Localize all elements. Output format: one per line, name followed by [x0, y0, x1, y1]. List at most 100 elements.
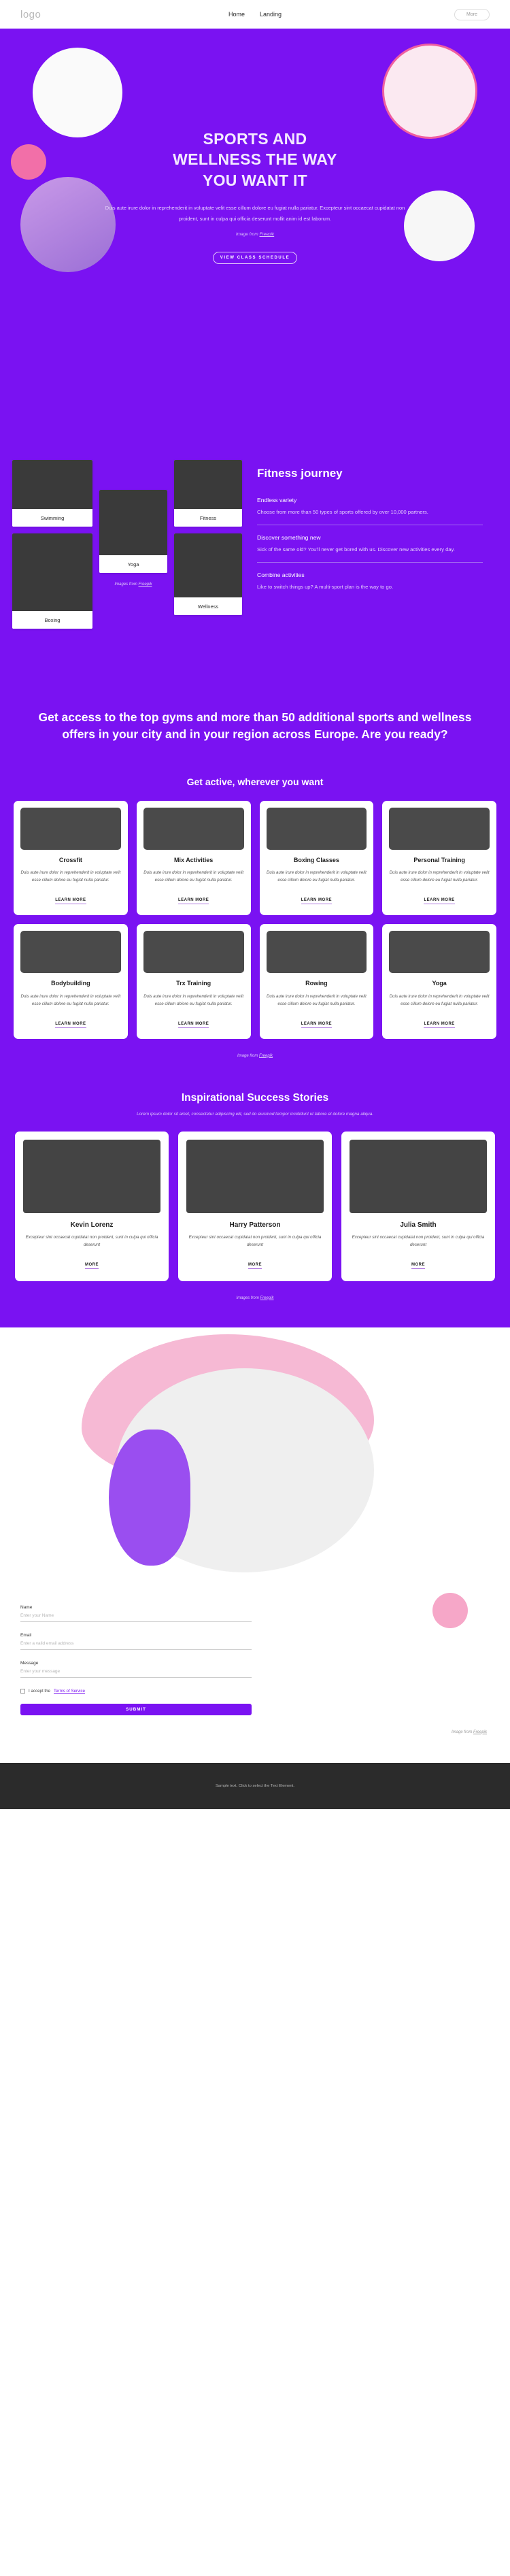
story-body: Excepteur sint occaecat cupidatat non pr… [25, 1235, 158, 1247]
message-label: Message [20, 1660, 39, 1666]
gallery-tile-yoga[interactable]: Yoga [99, 490, 167, 573]
learn-more-link[interactable]: LEARN MORE [55, 1022, 86, 1028]
story-card[interactable]: Julia Smith Excepteur sint occaecat cupi… [341, 1132, 495, 1281]
logo[interactable]: logo [20, 9, 41, 20]
site-header: logo Home Landing More [0, 0, 510, 29]
activity-title: Mix Activities [174, 856, 214, 863]
accordion-item-endless-variety[interactable]: Endless variety Choose from more than 50… [257, 497, 483, 526]
consent-row[interactable]: I accept the Terms of Service [20, 1688, 252, 1694]
accordion-answer: Like to switch things up? A multi-sport … [257, 584, 394, 591]
activity-card[interactable]: Bodybuilding Duis aute irure dolor in re… [14, 924, 128, 1039]
activity-title: Bodybuilding [51, 980, 90, 987]
hero-description: Duis aute irure dolor in reprehenderit i… [105, 205, 405, 222]
terms-of-service-link[interactable]: Terms of Service [54, 1689, 85, 1694]
freepik-link[interactable]: Freepik [260, 232, 275, 237]
view-class-schedule-button[interactable]: VIEW CLASS SCHEDULE [213, 252, 297, 265]
more-link[interactable]: MORE [248, 1263, 262, 1269]
nav-item-home[interactable]: Home [228, 11, 245, 18]
activity-card[interactable]: Crossfit Duis aute irure dolor in repreh… [14, 800, 128, 916]
trx-training-image [143, 931, 244, 974]
gallery-caption: Boxing [12, 611, 92, 629]
more-link[interactable]: MORE [411, 1263, 425, 1269]
stories-subtitle: Lorem ipsum dolor sit amet, consectetur … [136, 1111, 374, 1117]
learn-more-link[interactable]: LEARN MORE [55, 898, 86, 905]
site-footer: Sample text. Click to select the Text El… [0, 1762, 510, 1809]
learn-more-link[interactable]: LEARN MORE [424, 898, 455, 905]
activity-card[interactable]: Yoga Duis aute irure dolor in reprehende… [382, 924, 496, 1039]
name-input[interactable]: Enter your Name [20, 1613, 252, 1622]
contact-image-credit: Image from Freepik [451, 1730, 487, 1734]
activities-grid: Crossfit Duis aute irure dolor in repreh… [14, 800, 496, 1039]
consent-checkbox[interactable] [20, 1688, 25, 1694]
page-title: SPORTS AND WELLNESS THE WAY YOU WANT IT [0, 129, 510, 191]
freepik-link[interactable]: Freepik [259, 1054, 273, 1058]
fitness-image [174, 460, 242, 509]
rowing-image [266, 931, 367, 974]
journey-accordion: Fitness journey Endless variety Choose f… [250, 460, 498, 664]
gallery-tile-wellness[interactable]: Wellness [174, 533, 242, 615]
activity-body: Duis aute irure dolor in reprehenderit i… [20, 993, 121, 1006]
story-card[interactable]: Harry Patterson Excepteur sint occaecat … [178, 1132, 332, 1281]
freepik-link[interactable]: Freepik [473, 1730, 487, 1734]
main-nav: Home Landing [228, 11, 282, 18]
accordion-answer: Sick of the same old? You'll never get b… [257, 546, 455, 553]
accordion-question: Endless variety [257, 497, 297, 503]
freepik-link[interactable]: Freepik [260, 1296, 274, 1300]
yoga-image [389, 931, 490, 974]
story-body: Excepteur sint occaecat cupidatat non pr… [188, 1235, 322, 1247]
boxing-classes-image [266, 807, 367, 850]
activity-title: Boxing Classes [293, 856, 339, 863]
boxing-image [12, 533, 92, 611]
activity-body: Duis aute irure dolor in reprehenderit i… [266, 993, 367, 1006]
decorative-pink-circle [432, 1592, 468, 1628]
learn-more-link[interactable]: LEARN MORE [424, 1022, 455, 1028]
stories-grid: Kevin Lorenz Excepteur sint occaecat cup… [15, 1132, 495, 1281]
activity-body: Duis aute irure dolor in reprehenderit i… [143, 993, 244, 1006]
harry-patterson-photo [186, 1140, 324, 1214]
more-link[interactable]: MORE [85, 1263, 99, 1269]
activities-heading: Get active, wherever you want [186, 776, 324, 787]
gallery-caption: Swimming [12, 509, 92, 527]
wellness-image [174, 533, 242, 597]
stories-image-credit: Images from Freepik [236, 1295, 274, 1300]
activities-image-credit: Image from Freepik [237, 1053, 273, 1058]
activity-card[interactable]: Mix Activities Duis aute irure dolor in … [136, 800, 251, 916]
swimming-image [12, 460, 92, 509]
story-name: Kevin Lorenz [70, 1221, 114, 1229]
activity-card[interactable]: Personal Training Duis aute irure dolor … [382, 800, 496, 916]
nav-item-landing[interactable]: Landing [260, 11, 282, 18]
gallery-tile-boxing[interactable]: Boxing [12, 533, 92, 629]
hero-title-line-2: WELLNESS THE WAY [173, 150, 337, 169]
activities-section: Get active, wherever you want Crossfit D… [0, 766, 510, 1081]
activity-body: Duis aute irure dolor in reprehenderit i… [389, 870, 490, 883]
email-input[interactable]: Enter a valid email address [20, 1641, 252, 1650]
activity-card[interactable]: Rowing Duis aute irure dolor in reprehen… [259, 924, 374, 1039]
story-card[interactable]: Kevin Lorenz Excepteur sint occaecat cup… [15, 1132, 169, 1281]
accordion-question: Discover something new [257, 534, 321, 542]
activity-title: Personal Training [413, 856, 465, 863]
access-banner: Get access to the top gyms and more than… [0, 691, 510, 767]
name-label: Name [20, 1604, 33, 1610]
julia-smith-photo [350, 1140, 487, 1214]
accordion-answer: Choose from more than 50 types of sports… [257, 509, 428, 515]
learn-more-link[interactable]: LEARN MORE [177, 1022, 209, 1028]
activity-body: Duis aute irure dolor in reprehenderit i… [266, 870, 367, 883]
accordion-question: Combine activities [257, 572, 305, 579]
accordion-item-discover-something-new[interactable]: Discover something new Sick of the same … [257, 534, 483, 563]
submit-button[interactable]: SUBMIT [20, 1703, 252, 1715]
footer-text: Sample text. Click to select the Text El… [216, 1783, 294, 1788]
learn-more-link[interactable]: LEARN MORE [177, 898, 209, 905]
activity-card[interactable]: Trx Training Duis aute irure dolor in re… [136, 924, 251, 1039]
more-button[interactable]: More [454, 8, 490, 20]
freepik-link[interactable]: Freepik [139, 582, 152, 587]
learn-more-link[interactable]: LEARN MORE [301, 1022, 333, 1028]
activity-card[interactable]: Boxing Classes Duis aute irure dolor in … [259, 800, 374, 916]
gallery-tile-fitness[interactable]: Fitness [174, 460, 242, 527]
gallery-tile-swimming[interactable]: Swimming [12, 460, 92, 527]
consent-text: I accept the [29, 1688, 50, 1694]
learn-more-link[interactable]: LEARN MORE [301, 898, 333, 905]
contact-form: Name Enter your Name Email Enter a valid… [20, 1605, 252, 1715]
accordion-item-combine-activities[interactable]: Combine activities Like to switch things… [257, 572, 483, 599]
message-input[interactable]: Enter your message [20, 1669, 252, 1678]
fitness-journey-section: Swimming Boxing Yoga Fitness Wellness Im… [0, 442, 510, 691]
